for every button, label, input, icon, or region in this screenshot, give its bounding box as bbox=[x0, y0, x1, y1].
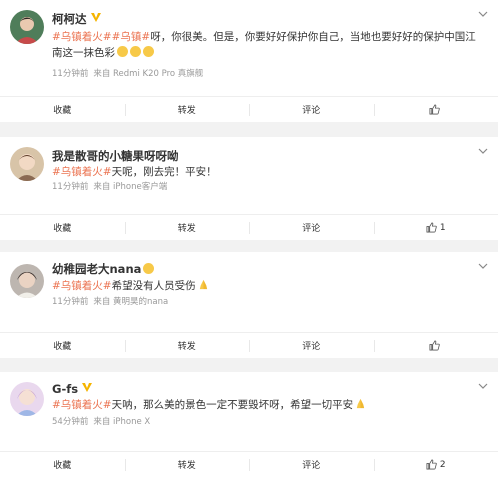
action-bar: 收藏 转发 评论 1 bbox=[0, 214, 498, 240]
hashtag-link[interactable]: #乌镇# bbox=[112, 31, 151, 43]
source-device: 来自 iPhone客户端 bbox=[93, 182, 168, 192]
collect-label: 收藏 bbox=[53, 342, 72, 352]
forward-label: 转发 bbox=[177, 342, 196, 352]
source-device: 来自 黄明昊的nana bbox=[93, 297, 169, 307]
thumbs-up-icon bbox=[426, 459, 437, 470]
comment-label: 评论 bbox=[302, 342, 321, 352]
comment-meta: 11分钟前 来自 iPhone客户端 bbox=[52, 182, 167, 193]
forward-label: 转发 bbox=[177, 106, 196, 116]
like-button[interactable] bbox=[373, 333, 498, 358]
collect-button[interactable]: 收藏 bbox=[0, 452, 125, 477]
comment-label: 评论 bbox=[302, 106, 321, 116]
comment-text: #乌镇着火#天呐，那么美的景色一定不要毁坏呀，希望一切平安 bbox=[52, 397, 478, 413]
praying-hands-icon bbox=[199, 279, 207, 290]
avatar[interactable] bbox=[10, 382, 44, 416]
comment-button[interactable]: 评论 bbox=[249, 452, 374, 477]
like-button[interactable] bbox=[373, 97, 498, 122]
username-text[interactable]: 柯柯达 bbox=[52, 12, 87, 26]
forward-button[interactable]: 转发 bbox=[124, 333, 250, 358]
crying-emoji-icon bbox=[117, 46, 128, 57]
comment-card: 柯柯达 #乌镇着火##乌镇#呀，你很美。但是，你要好好保护你自己，当地也要好好的… bbox=[0, 0, 498, 122]
timestamp: 11分钟前 bbox=[52, 182, 89, 192]
avatar[interactable] bbox=[10, 147, 44, 181]
avatar[interactable] bbox=[10, 264, 44, 298]
verified-badge-icon bbox=[90, 13, 101, 22]
username[interactable]: 幼稚园老大nana bbox=[52, 262, 155, 276]
comment-card: 我是散哥的小糖果呀呀呦 #乌镇着火#天呢，刚去完！平安！ 11分钟前 来自 iPh… bbox=[0, 137, 498, 240]
chevron-down-icon[interactable] bbox=[478, 147, 488, 155]
comment-card: G-fs #乌镇着火#天呐，那么美的景色一定不要毁坏呀，希望一切平安 54分钟前… bbox=[0, 372, 498, 477]
collect-label: 收藏 bbox=[53, 461, 72, 471]
collect-button[interactable]: 收藏 bbox=[0, 97, 125, 122]
comment-meta: 11分钟前 来自 黄明昊的nana bbox=[52, 297, 168, 308]
like-count: 2 bbox=[439, 459, 446, 470]
crying-emoji-icon bbox=[130, 46, 141, 57]
praying-hands-icon bbox=[356, 398, 365, 409]
comment-button[interactable]: 评论 bbox=[249, 215, 374, 240]
like-button[interactable]: 1 bbox=[373, 215, 498, 240]
comment-button[interactable]: 评论 bbox=[249, 97, 374, 122]
hashtag-link[interactable]: #乌镇着火# bbox=[52, 166, 112, 178]
timestamp: 11分钟前 bbox=[52, 69, 89, 79]
comment-meta: 11分钟前 来自 Redmi K20 Pro 真旗舰 bbox=[52, 69, 203, 80]
like-count: 1 bbox=[439, 222, 446, 233]
heart-eyes-emoji-icon bbox=[143, 263, 155, 274]
username[interactable]: G-fs bbox=[52, 382, 93, 396]
forward-button[interactable]: 转发 bbox=[124, 97, 250, 122]
comment-feed: 柯柯达 #乌镇着火##乌镇#呀，你很美。但是，你要好好保护你自己，当地也要好好的… bbox=[0, 0, 498, 477]
forward-button[interactable]: 转发 bbox=[124, 215, 250, 240]
timestamp: 54分钟前 bbox=[52, 417, 89, 427]
username[interactable]: 柯柯达 bbox=[52, 12, 102, 26]
chevron-down-icon[interactable] bbox=[478, 10, 488, 18]
timestamp: 11分钟前 bbox=[52, 297, 89, 307]
comment-label: 评论 bbox=[302, 461, 321, 471]
username-text[interactable]: 幼稚园老大nana bbox=[52, 262, 141, 276]
comment-text: #乌镇着火##乌镇#呀，你很美。但是，你要好好保护你自己，当地也要好好的保护中国… bbox=[52, 29, 478, 61]
collect-button[interactable]: 收藏 bbox=[0, 215, 125, 240]
forward-label: 转发 bbox=[177, 461, 196, 471]
source-device: 来自 Redmi K20 Pro 真旗舰 bbox=[93, 69, 204, 79]
username-text[interactable]: G-fs bbox=[52, 382, 78, 396]
hashtag-link[interactable]: #乌镇着火# bbox=[52, 399, 112, 411]
username[interactable]: 我是散哥的小糖果呀呀呦 bbox=[52, 149, 179, 163]
like-button[interactable]: 2 bbox=[373, 452, 498, 477]
chevron-down-icon[interactable] bbox=[478, 382, 488, 390]
chevron-down-icon[interactable] bbox=[478, 262, 488, 270]
action-bar: 收藏 转发 评论 bbox=[0, 96, 498, 122]
comment-card: 幼稚园老大nana #乌镇着火#希望没有人员受伤 11分钟前 来自 黄明昊的nan… bbox=[0, 252, 498, 358]
comment-body: 天呐，那么美的景色一定不要毁坏呀，希望一切平安 bbox=[111, 399, 354, 411]
comment-text: #乌镇着火#希望没有人员受伤 bbox=[52, 278, 478, 294]
crying-emoji-icon bbox=[143, 46, 154, 57]
thumbs-up-icon bbox=[426, 222, 437, 233]
username-text[interactable]: 我是散哥的小糖果呀呀呦 bbox=[52, 149, 179, 163]
avatar[interactable] bbox=[10, 10, 44, 44]
forward-label: 转发 bbox=[177, 224, 196, 234]
comment-button[interactable]: 评论 bbox=[249, 333, 374, 358]
thumbs-up-icon bbox=[429, 340, 440, 351]
comment-meta: 54分钟前 来自 iPhone X bbox=[52, 417, 150, 428]
comment-body: 希望没有人员受伤 bbox=[111, 280, 196, 292]
collect-button[interactable]: 收藏 bbox=[0, 333, 125, 358]
source-device: 来自 iPhone X bbox=[93, 417, 151, 427]
action-bar: 收藏 转发 评论 bbox=[0, 332, 498, 358]
comment-body: 天呢，刚去完！平安！ bbox=[111, 166, 217, 178]
forward-button[interactable]: 转发 bbox=[124, 452, 250, 477]
collect-label: 收藏 bbox=[53, 224, 72, 234]
hashtag-link[interactable]: #乌镇着火# bbox=[52, 31, 112, 43]
comment-text: #乌镇着火#天呢，刚去完！平安！ bbox=[52, 164, 478, 180]
hashtag-link[interactable]: #乌镇着火# bbox=[52, 280, 112, 292]
action-bar: 收藏 转发 评论 2 bbox=[0, 451, 498, 477]
comment-label: 评论 bbox=[302, 224, 321, 234]
verified-badge-icon bbox=[82, 383, 93, 392]
collect-label: 收藏 bbox=[53, 106, 72, 116]
thumbs-up-icon bbox=[429, 104, 440, 115]
